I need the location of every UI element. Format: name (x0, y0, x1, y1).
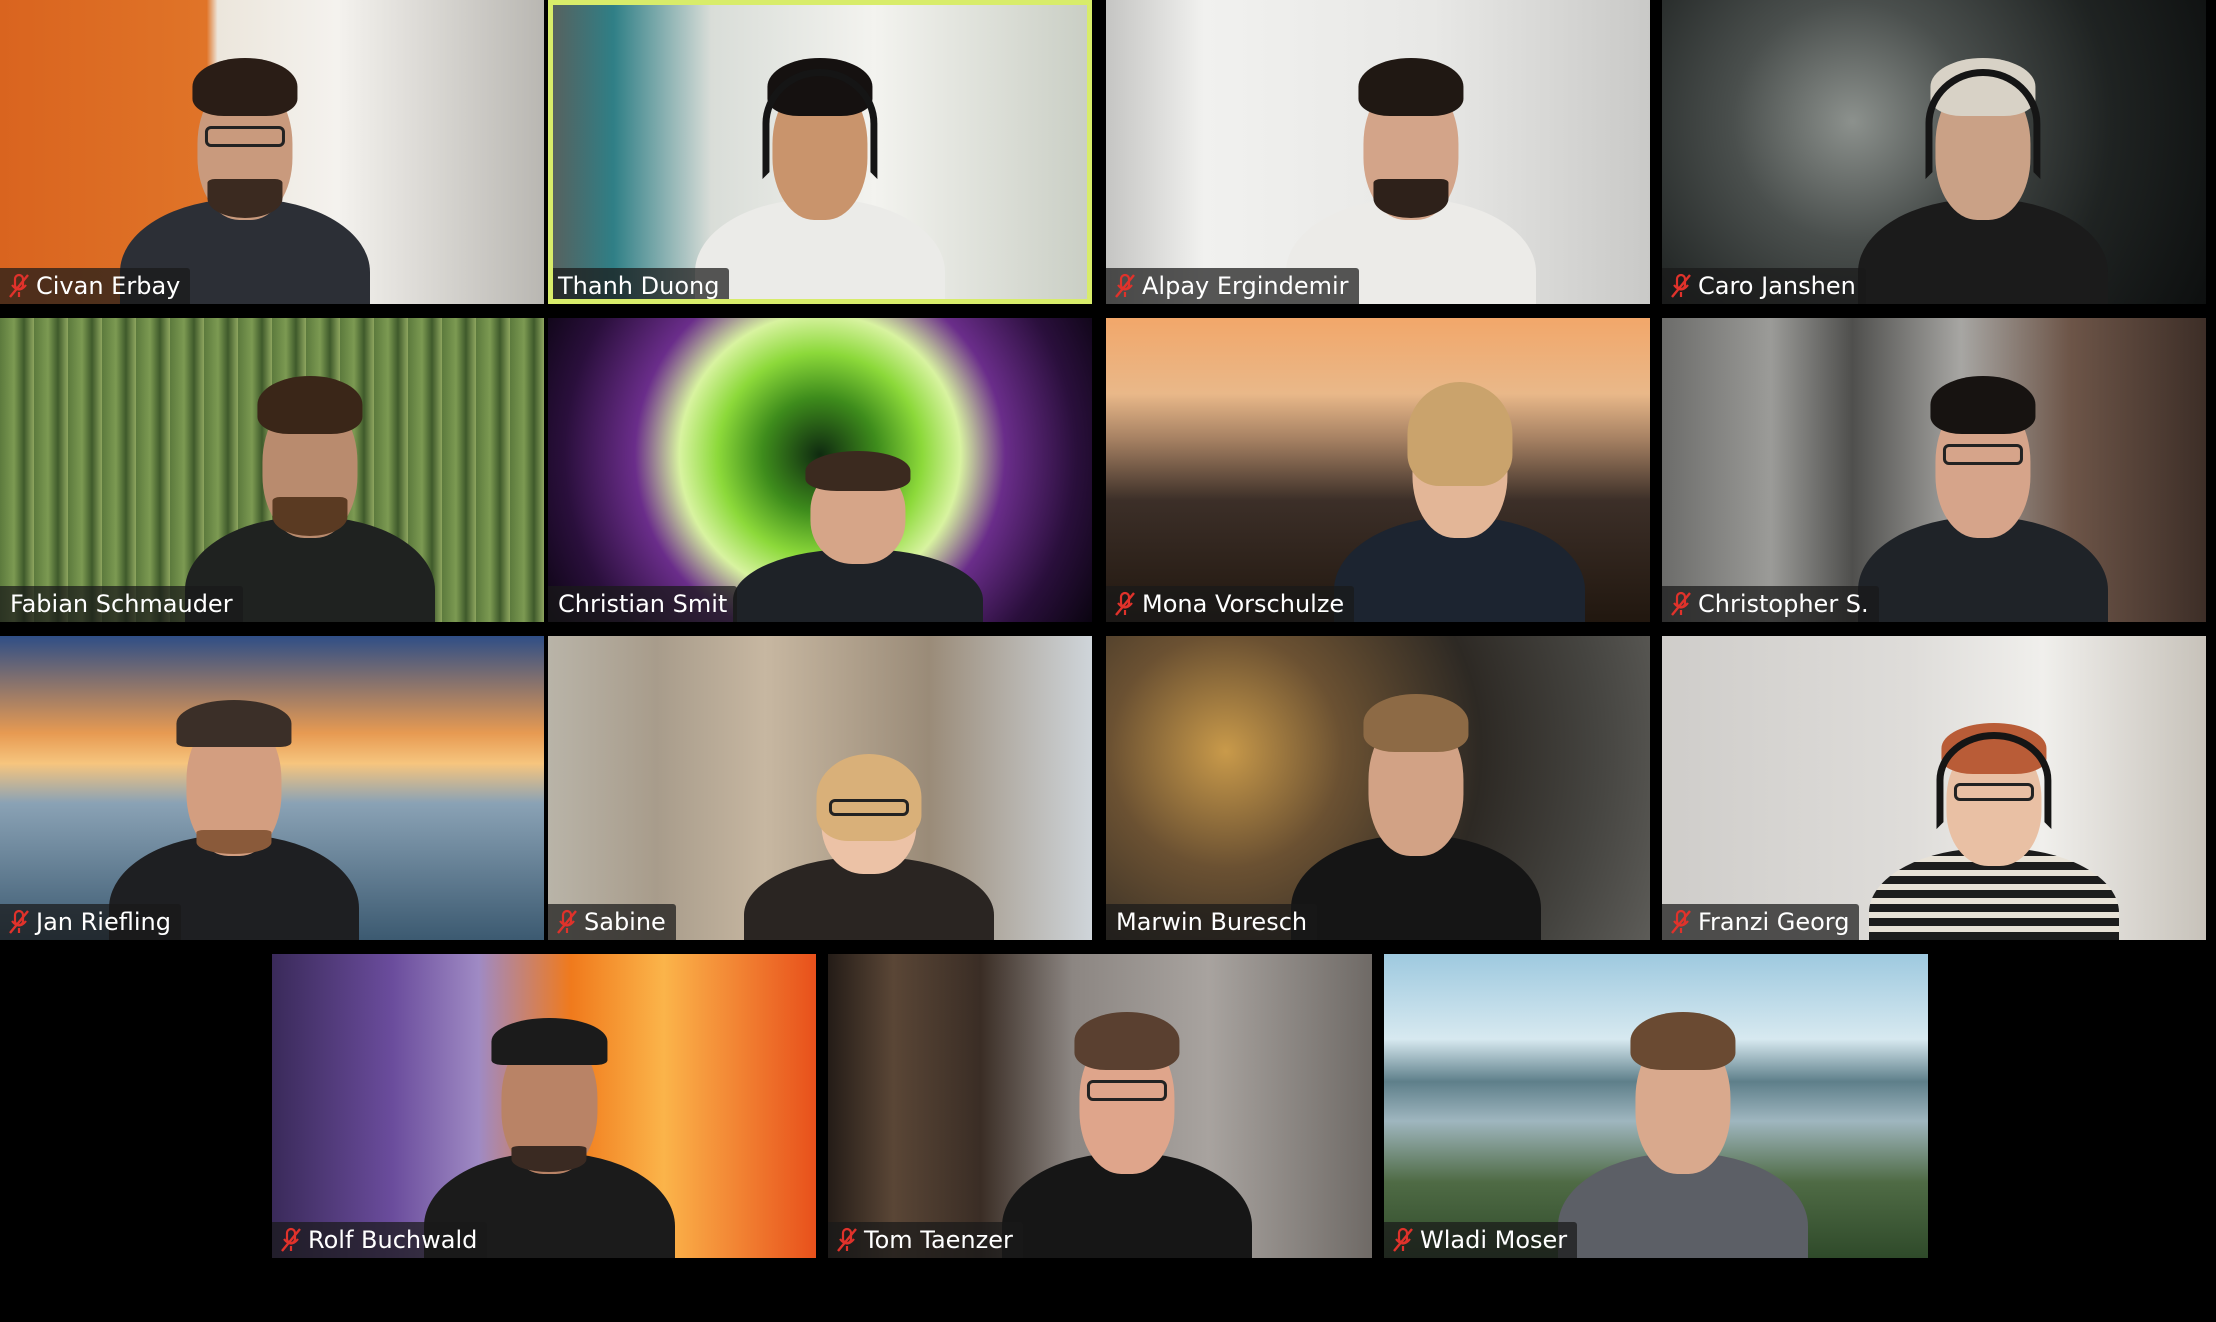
participant-video (119, 43, 370, 304)
participant-video (424, 997, 675, 1258)
muted-microphone-icon (4, 271, 34, 301)
nameplate: Wladi Moser (1384, 1222, 1578, 1258)
muted-microphone-icon (1666, 589, 1696, 619)
nameplate: Fabian Schmauder (0, 586, 243, 622)
muted-microphone-icon (1666, 907, 1696, 937)
participant-name: Sabine (584, 908, 666, 936)
participant-video (1334, 361, 1585, 622)
participant-name: Tom Taenzer (864, 1226, 1013, 1254)
video-tile-fabian-schmauder[interactable]: Fabian Schmauder (0, 318, 544, 622)
muted-microphone-icon (4, 907, 34, 937)
participant-video (1857, 43, 2109, 304)
video-tile-mona-vorschulze[interactable]: Mona Vorschulze (1106, 318, 1650, 622)
video-tile-sabine[interactable]: Sabine (548, 636, 1092, 940)
muted-microphone-icon (552, 907, 582, 937)
nameplate: Marwin Buresch (1106, 904, 1318, 940)
nameplate: Rolf Buchwald (272, 1222, 488, 1258)
video-tile-marwin-buresch[interactable]: Marwin Buresch (1106, 636, 1650, 940)
participant-video (1285, 43, 1536, 304)
participant-name: Franzi Georg (1698, 908, 1850, 936)
muted-microphone-icon (1388, 1225, 1418, 1255)
participant-name: Christian Smit (558, 590, 728, 618)
participant-video (1558, 997, 1809, 1258)
video-tile-caro-janshen[interactable]: Caro Janshen (1662, 0, 2206, 304)
participant-name: Civan Erbay (36, 272, 181, 300)
video-tile-christopher-s[interactable]: Christopher S. (1662, 318, 2206, 622)
nameplate: Thanh Duong (548, 268, 730, 304)
participant-video (694, 43, 946, 304)
participant-name: Rolf Buchwald (308, 1226, 478, 1254)
participant-video (184, 361, 436, 622)
participant-video (108, 679, 360, 940)
nameplate: Caro Janshen (1662, 268, 1866, 304)
participant-name: Christopher S. (1698, 590, 1869, 618)
participant-name: Wladi Moser (1420, 1226, 1568, 1254)
participant-name: Marwin Buresch (1116, 908, 1308, 936)
participant-video (1857, 361, 2109, 622)
participant-name: Thanh Duong (558, 272, 720, 300)
video-tile-jan-riefling[interactable]: Jan Riefling (0, 636, 544, 940)
participant-video (732, 440, 984, 622)
muted-microphone-icon (1110, 589, 1140, 619)
video-tile-wladi-moser[interactable]: Wladi Moser (1384, 954, 1928, 1258)
nameplate: Franzi Georg (1662, 904, 1860, 940)
participant-video (1290, 679, 1542, 940)
video-tile-tom-taenzer[interactable]: Tom Taenzer (828, 954, 1372, 1258)
video-tile-alpay-ergindemir[interactable]: Alpay Ergindemir (1106, 0, 1650, 304)
nameplate: Alpay Ergindemir (1106, 268, 1359, 304)
video-tile-rolf-buchwald[interactable]: Rolf Buchwald (272, 954, 816, 1258)
participant-name: Fabian Schmauder (10, 590, 233, 618)
video-tile-franzi-georg[interactable]: Franzi Georg (1662, 636, 2206, 940)
nameplate: Christian Smit (548, 586, 738, 622)
video-tile-thanh-duong[interactable]: Thanh Duong (548, 0, 1092, 304)
gallery-view: Civan Erbay Thanh Duong Alpay Ergindemir (0, 0, 2216, 1322)
muted-microphone-icon (1666, 271, 1696, 301)
nameplate: Civan Erbay (0, 268, 191, 304)
video-tile-civan-erbay[interactable]: Civan Erbay (0, 0, 544, 304)
participant-name: Mona Vorschulze (1142, 590, 1345, 618)
participant-video (1002, 997, 1253, 1258)
participant-name: Alpay Ergindemir (1142, 272, 1349, 300)
participant-name: Caro Janshen (1698, 272, 1856, 300)
muted-microphone-icon (276, 1225, 306, 1255)
participant-video (743, 733, 995, 940)
muted-microphone-icon (1110, 271, 1140, 301)
video-tile-christian-smit[interactable]: Christian Smit (548, 318, 1092, 622)
nameplate: Sabine (548, 904, 676, 940)
nameplate: Christopher S. (1662, 586, 1879, 622)
participant-name: Jan Riefling (36, 908, 171, 936)
nameplate: Tom Taenzer (828, 1222, 1023, 1258)
muted-microphone-icon (832, 1225, 862, 1255)
nameplate: Mona Vorschulze (1106, 586, 1355, 622)
participant-video (1868, 709, 2119, 940)
nameplate: Jan Riefling (0, 904, 181, 940)
